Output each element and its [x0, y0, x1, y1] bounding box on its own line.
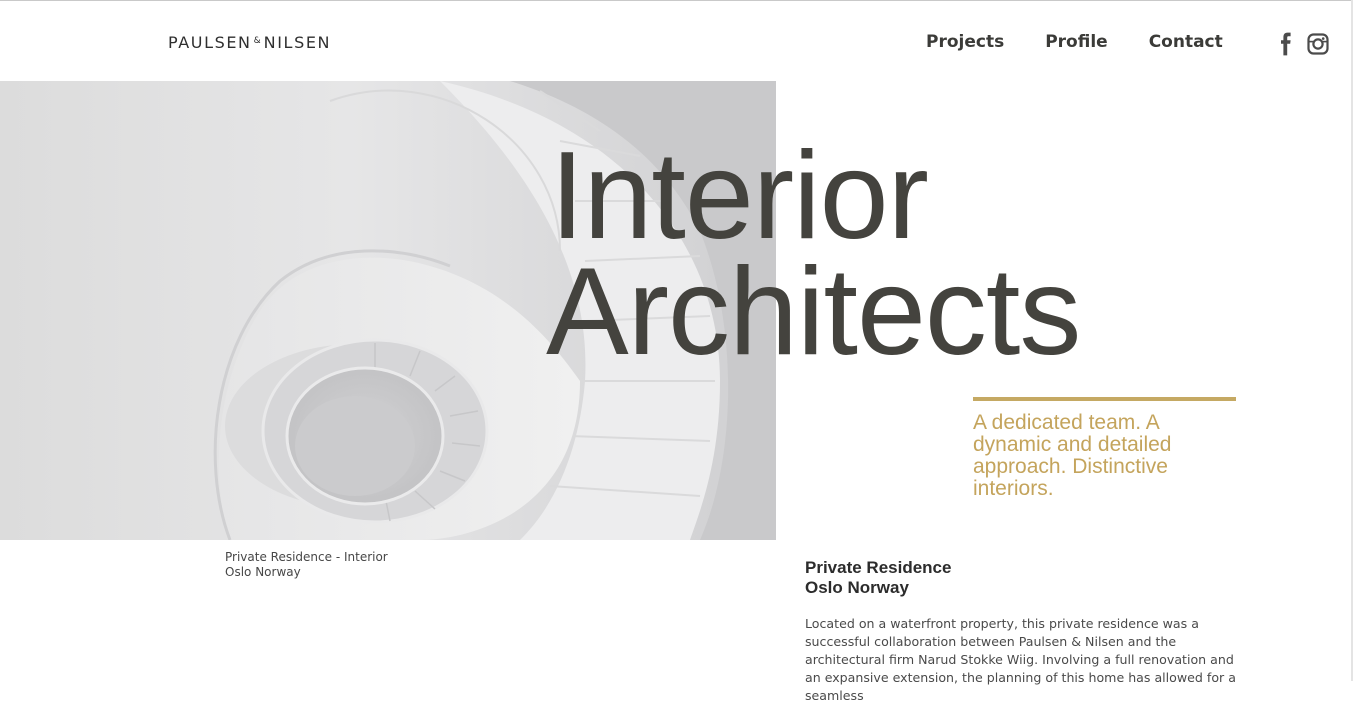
nav-projects[interactable]: Projects: [926, 32, 1004, 52]
instagram-icon[interactable]: [1307, 32, 1329, 56]
headline-line-2: Architects: [546, 243, 1081, 381]
project-title: Private Residence Oslo Norway: [805, 558, 951, 598]
site-logo[interactable]: PAULSEN & NILSEN: [168, 33, 331, 52]
project-title-line-1: Private Residence: [805, 558, 952, 577]
hero-tagline: A dedicated team. A dynamic and detailed…: [973, 411, 1172, 500]
social-links: [1275, 32, 1329, 56]
nav-profile[interactable]: Profile: [1045, 32, 1107, 52]
logo-text-right: NILSEN: [263, 33, 332, 52]
project-title-line-2: Oslo Norway: [805, 578, 909, 597]
headline-line-1: Interior: [550, 127, 929, 265]
accent-divider: [973, 397, 1236, 401]
logo-text-left: PAULSEN: [168, 33, 252, 52]
caption-line-1: Private Residence - Interior: [225, 550, 388, 564]
hero-headline: Interior Architects: [546, 127, 1081, 381]
project-description: Located on a waterfront property, this p…: [805, 616, 1236, 703]
top-border: [0, 0, 1353, 1]
main-nav: Projects Profile Contact: [926, 32, 1223, 52]
photo-caption: Private Residence - Interior Oslo Norway: [225, 550, 388, 580]
logo-ampersand: &: [253, 36, 261, 46]
facebook-icon[interactable]: [1275, 32, 1297, 56]
nav-contact[interactable]: Contact: [1149, 32, 1223, 52]
caption-line-2: Oslo Norway: [225, 565, 301, 579]
